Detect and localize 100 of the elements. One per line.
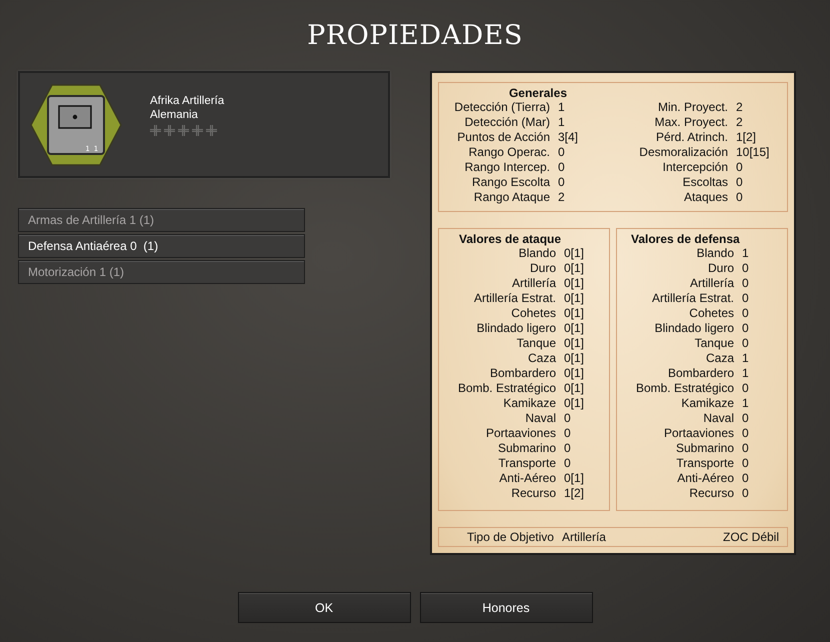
stat-value: 0: [564, 441, 572, 456]
stat-label: Anti-Aéreo: [676, 471, 734, 486]
stat-label: Recurso: [688, 486, 734, 502]
stat-label: Portaaviones: [484, 426, 556, 442]
stat-label: Rango Intercep.: [464, 160, 550, 175]
stat-value: 0: [558, 175, 566, 190]
stat-label: Kamikaze: [502, 396, 556, 412]
stat-label: Submarino: [674, 441, 734, 456]
stat-value: 0: [742, 471, 750, 486]
stat-label: Blindado ligero: [654, 321, 734, 336]
unit-name: Afrika Artillería: [150, 95, 224, 107]
stat-label: Recurso: [510, 486, 556, 502]
stat-value: 0[1]: [564, 321, 586, 336]
stat-label: Rango Operac.: [468, 145, 550, 160]
stat-label: Detección (Mar): [464, 115, 550, 130]
stat-value: 0[1]: [564, 366, 586, 382]
stat-value: 0[1]: [564, 261, 586, 276]
stat-value: 0: [564, 456, 572, 472]
stat-value: 0[1]: [564, 351, 586, 366]
stat-label: Artillería: [510, 276, 556, 292]
stat-label: Duro: [706, 261, 734, 276]
stat-label: Caza: [704, 351, 734, 366]
stat-label: Blando: [518, 246, 556, 262]
stat-label: Rango Escolta: [470, 175, 550, 190]
stat-label: Min. Proyect.: [656, 100, 728, 115]
unit-nation: Alemania: [150, 109, 199, 121]
stat-label: Bombardero: [488, 366, 556, 382]
stat-value: 0: [742, 306, 750, 322]
stat-label: Desmoralización: [638, 145, 728, 160]
stat-value: 0: [564, 411, 572, 426]
stat-value: 10[15]: [736, 145, 770, 160]
stat-label: Cohetes: [510, 306, 556, 322]
stat-value: 0[1]: [564, 336, 586, 352]
stat-label: Kamikaze: [680, 396, 734, 412]
stat-label: Duro: [528, 261, 556, 276]
stat-value: 0: [742, 456, 750, 472]
stat-label: Escoltas: [682, 175, 728, 190]
stat-label: Tanque: [516, 336, 556, 352]
stat-value: 0: [558, 160, 566, 175]
stat-value: 0[1]: [564, 291, 586, 306]
stat-label: Ataques: [682, 190, 728, 205]
stat-value: 1[2]: [736, 130, 758, 145]
stat-label: Blindado ligero: [476, 321, 556, 336]
stat-label: Submarino: [496, 441, 556, 456]
stat-label: Bomb. Estratégico: [634, 381, 734, 396]
stat-value: 0: [736, 190, 744, 205]
stat-label: Naval: [702, 411, 734, 426]
stat-value: 0: [742, 276, 750, 292]
stat-value: 2: [558, 190, 566, 205]
stat-value: 0: [742, 291, 750, 306]
stat-value: 0[1]: [564, 306, 586, 322]
stat-value: 0: [736, 175, 744, 190]
stat-label: Portaaviones: [662, 426, 734, 442]
stat-value: 0: [742, 336, 750, 352]
stat-label: Detección (Tierra): [453, 100, 550, 115]
stat-value: 0: [742, 411, 750, 426]
stat-label: Caza: [526, 351, 556, 366]
stat-label: Tanque: [694, 336, 734, 352]
section-heading: Valores de ataque: [458, 232, 562, 246]
stat-label: Blando: [696, 246, 734, 262]
stat-value: 0[1]: [564, 471, 586, 486]
stat-label: Artillería Estrat.: [472, 291, 556, 306]
dialog-button[interactable]: Honores: [420, 592, 592, 623]
stat-value: 2: [736, 100, 744, 115]
stat-label: Transporte: [497, 456, 556, 472]
stat-value: 0: [742, 381, 750, 396]
trait-item[interactable]: Motorización 1 (1): [18, 260, 305, 284]
stat-value: 1: [742, 396, 750, 412]
stat-label: Artillería Estrat.: [650, 291, 734, 306]
stat-value: 2: [736, 115, 744, 130]
stat-label: Puntos de Acción: [456, 130, 550, 145]
stat-value: 0: [558, 145, 566, 160]
stat-value: 1: [742, 351, 750, 366]
stat-label: Anti-Aéreo: [498, 471, 556, 486]
section-heading: Valores de defensa: [630, 232, 741, 246]
trait-item[interactable]: Defensa Antiaérea 0 (1): [18, 234, 305, 258]
stat-value: 1: [558, 115, 566, 130]
stat-value: 0[1]: [564, 381, 586, 396]
stat-value: 1: [558, 100, 566, 115]
stat-label: Cohetes: [688, 306, 734, 322]
stat-label: Pérd. Atrinch.: [654, 130, 728, 145]
target-type-label: Tipo de Objetivo: [467, 530, 554, 544]
stat-value: 0: [742, 426, 750, 442]
stat-value: 0[1]: [564, 246, 586, 262]
dialog-title: PROPIEDADES: [307, 20, 523, 51]
stat-value: 0: [742, 261, 750, 276]
dialog-button[interactable]: OK: [238, 592, 410, 623]
zoc-label: ZOC Débil: [722, 530, 779, 544]
stat-value: 0: [742, 441, 750, 456]
trait-item[interactable]: Armas de Artillería 1 (1): [18, 208, 305, 232]
stat-value: 1: [742, 366, 750, 382]
stat-value: 1[2]: [564, 486, 586, 502]
stat-value: 1: [742, 246, 750, 262]
stat-label: Bombardero: [666, 366, 734, 382]
stat-value: 0[1]: [564, 276, 586, 292]
stat-label: Max. Proyect.: [654, 115, 728, 130]
section-heading: Generales: [508, 86, 567, 100]
stat-label: Bomb. Estratégico: [456, 381, 556, 396]
stat-label: Naval: [524, 411, 556, 426]
stat-value: 0: [564, 426, 572, 442]
